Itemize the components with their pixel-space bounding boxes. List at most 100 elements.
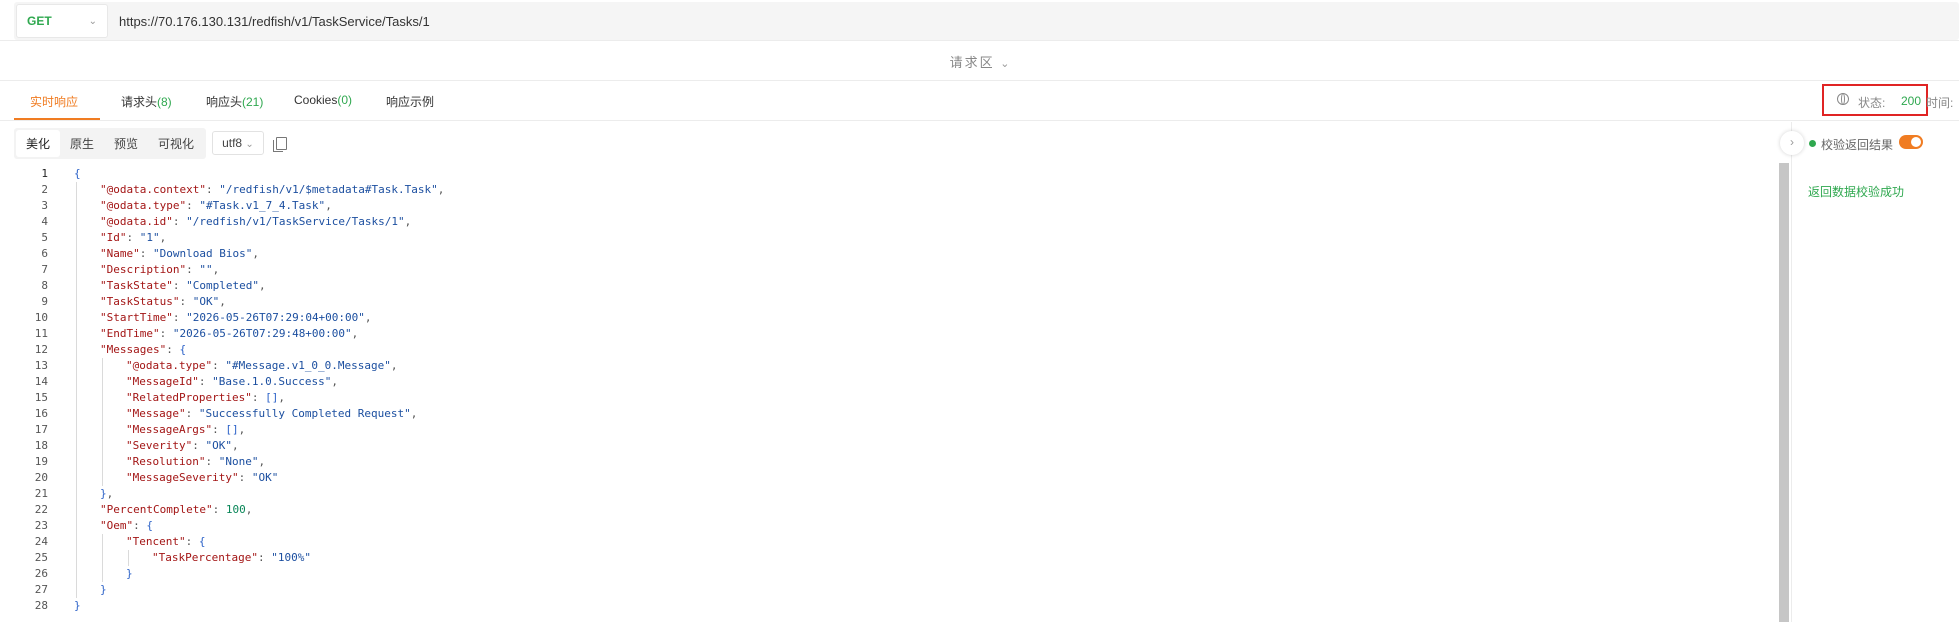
code-token: , <box>212 263 220 276</box>
line-number: 27 <box>34 583 48 596</box>
code-token: "Completed" <box>186 279 259 292</box>
code-text: "Tencent": { <box>126 534 205 550</box>
code-text: "@odata.type": "#Message.v1_0_0.Message"… <box>126 358 398 374</box>
tab-label: 响应头 <box>206 95 243 109</box>
code-token: , <box>331 375 338 388</box>
encoding-select[interactable]: utf8 ⌄ <box>212 131 264 155</box>
code-token: , <box>404 215 412 228</box>
code-text: "EndTime": "2026-05-26T07:29:48+00:00", <box>100 326 358 342</box>
chevron-right-icon[interactable]: › <box>1780 131 1804 155</box>
code-text: "Description": "", <box>100 262 219 278</box>
view-preview-button[interactable]: 预览 <box>104 130 148 157</box>
view-beautify-button[interactable]: 美化 <box>16 129 61 157</box>
code-token: , <box>258 455 266 468</box>
line-number: 21 <box>34 487 48 500</box>
code-token: "/redfish/v1/$metadata#Task.Task" <box>219 183 438 196</box>
code-token: { <box>146 519 153 532</box>
code-token: , <box>278 391 285 404</box>
code-text: "TaskStatus": "OK", <box>100 294 226 310</box>
line-number: 14 <box>34 375 48 388</box>
chevron-down-icon: ⌄ <box>1000 58 1010 70</box>
code-token: : <box>186 263 200 276</box>
code-line: 21}, <box>14 486 1714 502</box>
code-token: { <box>179 343 187 356</box>
code-token: : <box>172 279 187 292</box>
copy-icon[interactable] <box>272 136 287 152</box>
response-code-editor[interactable]: 1{2 "@odata.context": "/redfish/v1/$metad… <box>14 162 1794 622</box>
url-input[interactable]: https://70.176.130.131/redfish/v1/TaskSe… <box>119 14 430 29</box>
view-mode-group: 美化 原生 预览 可视化 <box>14 127 207 159</box>
code-token: "2026-05-26T07:29:04+00:00" <box>186 311 365 324</box>
code-token: "StartTime" <box>100 311 173 324</box>
code-text: "Severity": "OK", <box>126 438 239 454</box>
tab-cookies[interactable]: Cookies(0) <box>294 93 352 107</box>
code-line: 25 "TaskPercentage": "100%" <box>14 550 1714 566</box>
code-token: : <box>257 551 272 564</box>
code-text: "Id": "1", <box>100 230 166 246</box>
code-token: "RelatedProperties" <box>126 391 252 404</box>
code-token: [] <box>225 423 239 436</box>
response-toolbar: 美化 原生 预览 可视化 utf8 ⌄ <box>14 127 287 159</box>
validate-result: 返回数据校验成功 <box>1808 185 1905 199</box>
code-token: "@odata.type" <box>100 199 187 212</box>
line-number: 2 <box>41 183 48 196</box>
code-token: "" <box>199 263 213 276</box>
tab-live-response[interactable]: 实时响应 <box>30 93 78 110</box>
code-token: "#Message.v1_0_0.Message" <box>225 359 391 372</box>
code-token: : <box>159 327 173 340</box>
code-text: "@odata.type": "#Task.v1_7_4.Task", <box>100 198 332 214</box>
tab-count: (8) <box>157 95 172 109</box>
code-line: 22 "PercentComplete": 100, <box>14 502 1714 518</box>
code-token: , <box>106 487 114 500</box>
code-token: "EndTime" <box>100 327 160 340</box>
code-line: 10 "StartTime": "2026-05-26T07:29:04+00:0… <box>14 310 1714 326</box>
validate-toggle[interactable] <box>1899 135 1923 149</box>
tab-response-example[interactable]: 响应示例 <box>386 93 434 110</box>
code-token: "Name" <box>100 247 140 260</box>
code-token: : <box>172 311 187 324</box>
code-token: "MessageArgs" <box>126 423 213 436</box>
line-number: 17 <box>34 423 48 436</box>
line-number: 13 <box>34 359 48 372</box>
url-bar: GET ⌄ https://70.176.130.131/redfish/v1/… <box>14 2 1959 40</box>
code-token: : <box>126 231 140 244</box>
code-line: 15 "RelatedProperties": [], <box>14 390 1714 406</box>
line-number: 26 <box>34 567 48 580</box>
code-line: 13 "@odata.type": "#Message.v1_0_0.Messag… <box>14 358 1714 374</box>
view-raw-button[interactable]: 原生 <box>60 130 104 157</box>
time-label: 时间: <box>1926 96 1954 110</box>
line-number: 11 <box>34 327 48 340</box>
tab-response-headers[interactable]: 响应头(21) <box>206 93 263 110</box>
vertical-scrollbar[interactable] <box>1779 163 1789 622</box>
request-area-toggle[interactable]: 请求区 ⌄ <box>0 52 1959 71</box>
code-text: "Resolution": "None", <box>126 454 265 470</box>
code-line: 24 "Tencent": { <box>14 534 1714 550</box>
method-select[interactable]: GET ⌄ <box>16 4 108 38</box>
code-token: "Tencent" <box>126 535 186 548</box>
code-token: : <box>139 247 153 260</box>
code-line: 6 "Name": "Download Bios", <box>14 246 1714 262</box>
line-number: 25 <box>34 551 48 564</box>
code-token: "Messages" <box>100 343 167 356</box>
code-line: 18 "Severity": "OK", <box>14 438 1714 454</box>
line-number: 3 <box>41 199 48 212</box>
code-line: 5 "Id": "1", <box>14 230 1714 246</box>
line-number: 15 <box>34 391 48 404</box>
code-token: : <box>186 199 200 212</box>
code-token: } <box>100 583 107 596</box>
divider <box>0 40 1959 41</box>
code-line: 2 "@odata.context": "/redfish/v1/$metadat… <box>14 182 1714 198</box>
code-token: { <box>74 167 81 180</box>
view-visualize-button[interactable]: 可视化 <box>148 130 204 157</box>
divider <box>0 80 1959 81</box>
code-token: "Oem" <box>100 519 134 532</box>
code-text: "RelatedProperties": [], <box>126 390 285 406</box>
code-text: "MessageId": "Base.1.0.Success", <box>126 374 338 390</box>
code-line: 7 "Description": "", <box>14 262 1714 278</box>
tab-request-headers[interactable]: 请求头(8) <box>121 93 172 110</box>
status-code: 200 <box>1901 94 1922 108</box>
code-token: , <box>231 439 239 452</box>
code-token: "Id" <box>100 231 127 244</box>
code-token: "Severity" <box>126 439 193 452</box>
code-token: : <box>172 215 187 228</box>
